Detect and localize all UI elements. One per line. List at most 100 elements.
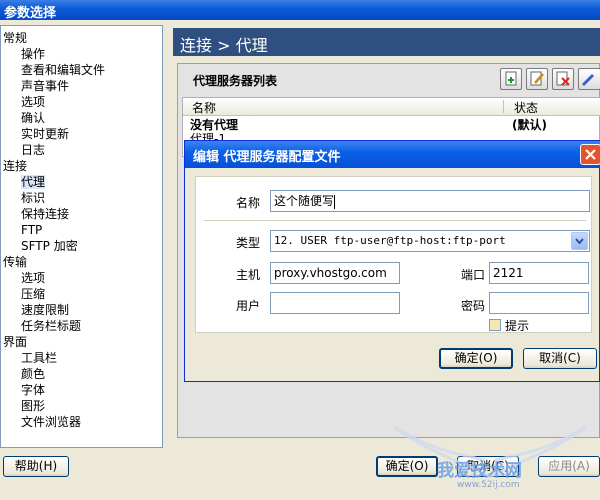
tree-item[interactable]: 界面	[1, 334, 27, 350]
user-label: 用户	[236, 299, 261, 313]
tree-item[interactable]: 选项	[1, 94, 45, 110]
host-label: 主机	[236, 268, 261, 282]
prompt-checkbox[interactable]	[489, 319, 501, 331]
host-field[interactable]: proxy.vhostgo.com	[270, 262, 400, 284]
tree-item[interactable]: 字体	[1, 382, 45, 398]
window-title: 参数选择	[4, 6, 57, 21]
tree-item-label: 实时更新	[21, 127, 70, 141]
tree-item-label: 保持连接	[21, 207, 70, 221]
tree-item-label: 文件浏览器	[21, 415, 82, 429]
tree-item[interactable]: 确认	[1, 110, 45, 126]
tree-item-label: 声音事件	[21, 79, 70, 93]
tree-item[interactable]: 传输	[1, 254, 27, 270]
name-label: 名称	[236, 196, 261, 210]
tree-item-label: 字体	[21, 383, 46, 397]
tree-item[interactable]: 图形	[1, 398, 45, 414]
tree-item-label: 任务栏标题	[21, 319, 82, 333]
dialog-cancel-button[interactable]: 取消(C)	[523, 348, 597, 369]
cancel-button[interactable]: 取消(C)	[457, 456, 519, 477]
type-select[interactable]: 12. USER ftp-user@ftp-host:ftp-port	[270, 230, 590, 252]
password-label: 密码	[461, 299, 486, 313]
tree-item[interactable]: 文件浏览器	[1, 414, 81, 430]
tree-item-label: 标识	[21, 191, 46, 205]
add-icon	[505, 71, 517, 86]
port-field-value: 2121	[493, 266, 524, 280]
type-dropdown-button[interactable]	[571, 232, 588, 250]
port-label: 端口	[461, 268, 486, 282]
tree-item[interactable]: 连接	[1, 158, 27, 174]
tree-item-label: 日志	[21, 143, 46, 157]
type-label: 类型	[236, 236, 261, 250]
dialog-close-button[interactable]	[580, 144, 600, 165]
tree-item-label: 操作	[21, 47, 46, 61]
delete-proxy-button[interactable]	[552, 68, 574, 90]
tree-item[interactable]: 标识	[1, 190, 45, 206]
edit-proxy-dialog: 编辑 代理服务器配置文件 名称 这个随便写 类型 12. USER ftp-us…	[184, 140, 600, 382]
tree-item[interactable]: 选项	[1, 270, 45, 286]
name-field-value: 这个随便写	[274, 194, 335, 208]
password-field[interactable]	[489, 292, 589, 314]
tree-item-label: 工具栏	[21, 351, 58, 365]
tree-item-label: 图形	[21, 399, 46, 413]
dialog-form: 名称 这个随便写 类型 12. USER ftp-user@ftp-host:f…	[195, 176, 592, 333]
edit-proxy-button[interactable]	[526, 68, 548, 90]
column-name-header[interactable]: 名称	[192, 99, 216, 116]
tree-item-label: SFTP 加密	[21, 239, 78, 253]
tree-item[interactable]: 查看和编辑文件	[1, 62, 105, 78]
tree-item[interactable]: SFTP 加密	[1, 238, 78, 254]
properties-button[interactable]	[578, 68, 600, 90]
delete-icon	[556, 71, 570, 86]
user-field[interactable]	[270, 292, 400, 314]
separator	[204, 220, 586, 221]
close-icon	[585, 149, 596, 160]
preferences-tree[interactable]: 常规 操作 查看和编辑文件 声音事件 选项 确认 实时更新 日志 连接 代理 标识 保持连接 FTP SF…	[0, 25, 163, 448]
section-header: 连接 > 代理	[173, 28, 600, 56]
tree-item[interactable]: 常规	[1, 30, 27, 46]
chevron-down-icon	[575, 238, 584, 245]
tree-item-label: 常规	[3, 31, 28, 45]
tree-item[interactable]: 实时更新	[1, 126, 69, 142]
add-proxy-button[interactable]	[500, 68, 522, 90]
tree-item-label: 传输	[3, 255, 28, 269]
ok-button[interactable]: 确定(O)	[376, 456, 438, 477]
tree-item[interactable]: 工具栏	[1, 350, 57, 366]
tree-item-label: 连接	[3, 159, 28, 173]
tree-item[interactable]: 声音事件	[1, 78, 69, 94]
tree-item-label: 代理	[21, 175, 46, 189]
tree-item[interactable]: 速度限制	[1, 302, 69, 318]
tree-item-label: 查看和编辑文件	[21, 63, 106, 77]
tree-item-label: 选项	[21, 271, 46, 285]
list-row-status: (默认)	[512, 118, 547, 132]
tree-item-label: 速度限制	[21, 303, 70, 317]
tree-item-label: 颜色	[21, 367, 46, 381]
edit-icon	[530, 71, 544, 86]
proxy-list-header: 名称 状态	[183, 98, 600, 116]
port-field[interactable]: 2121	[489, 262, 589, 284]
column-status-header[interactable]: 状态	[514, 99, 538, 116]
cancel-button-label: 取消(C)	[467, 459, 509, 473]
tree-item[interactable]: 操作	[1, 46, 45, 62]
section-header-title: 连接 > 代理	[180, 36, 268, 55]
type-select-value: 12. USER ftp-user@ftp-host:ftp-port	[274, 234, 506, 247]
apply-button[interactable]: 应用(A)	[538, 456, 600, 477]
dialog-ok-button[interactable]: 确定(O)	[439, 348, 513, 369]
column-divider[interactable]	[503, 100, 504, 113]
tree-item[interactable]: 压缩	[1, 286, 45, 302]
name-field[interactable]: 这个随便写	[270, 190, 590, 212]
tree-item[interactable]: 任务栏标题	[1, 318, 81, 334]
apply-button-label: 应用(A)	[548, 459, 590, 473]
tree-item[interactable]: 颜色	[1, 366, 45, 382]
pencil-icon	[581, 73, 595, 87]
proxy-list-title: 代理服务器列表	[193, 74, 278, 88]
help-button[interactable]: 帮助(H)	[3, 456, 69, 477]
tree-item[interactable]: 日志	[1, 142, 45, 158]
ok-button-label: 确定(O)	[385, 459, 429, 473]
tree-item[interactable]: 保持连接	[1, 206, 69, 222]
dialog-ok-label: 确定(O)	[454, 351, 498, 365]
host-field-value: proxy.vhostgo.com	[274, 266, 387, 280]
tree-item-label: 选项	[21, 95, 46, 109]
tree-item-label: 确认	[21, 111, 46, 125]
tree-item[interactable]: FTP	[1, 222, 42, 238]
watermark-site-url: www.52ij.com	[457, 480, 520, 490]
tree-item[interactable]: 代理	[1, 174, 46, 190]
